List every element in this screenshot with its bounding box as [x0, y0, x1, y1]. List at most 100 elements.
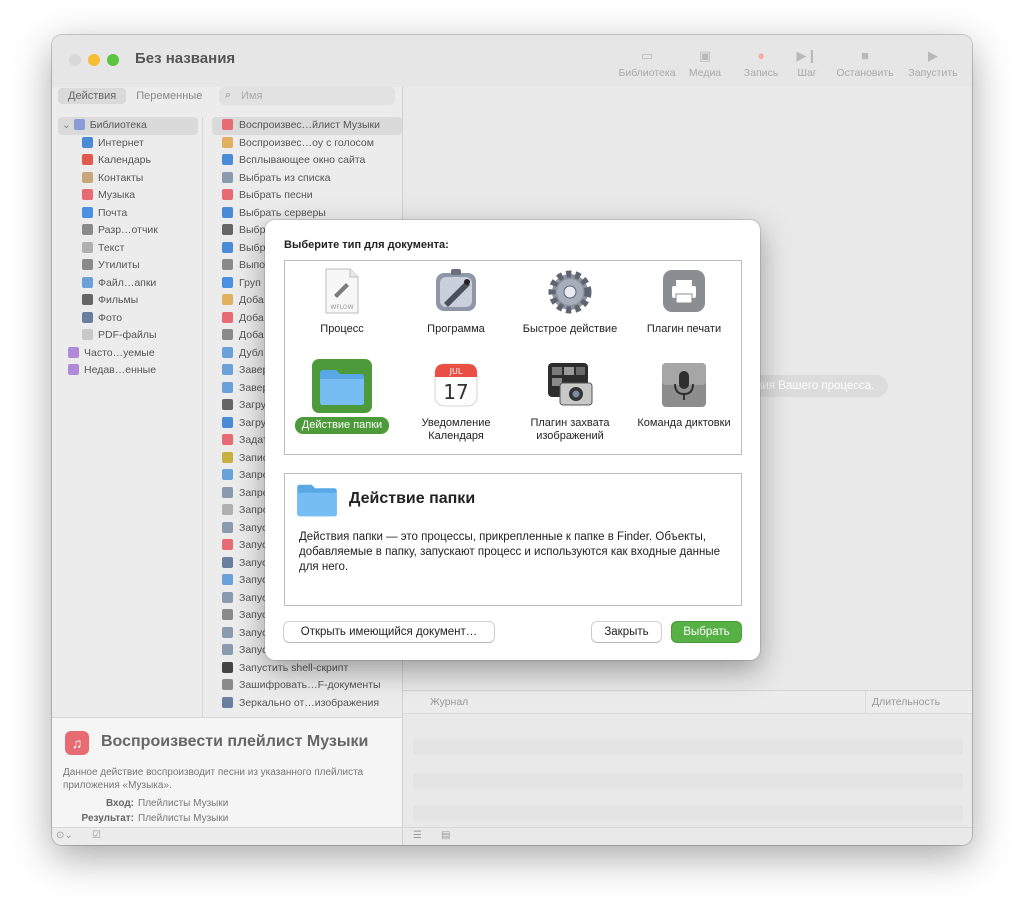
stop-icon: ■ [861, 48, 869, 63]
action-label: Воспроизвес…йлист Музыки [239, 119, 380, 131]
description-toggle-icon[interactable]: ☑ [92, 830, 101, 841]
sidebar-item[interactable]: Календарь [58, 152, 198, 170]
type-folder-action[interactable]: Действие папки [285, 361, 399, 434]
folder-icon [320, 370, 364, 405]
action-description-panel: ♫ Воспроизвести плейлист Музыки Данное д… [52, 717, 402, 828]
type-workflow[interactable]: WFLOW Процесс [285, 267, 399, 336]
search-input[interactable]: ⌕ Имя [219, 87, 395, 105]
info-text: Действия папки — это процессы, прикрепле… [299, 531, 721, 573]
action-label: Всплывающее окно сайта [239, 154, 366, 166]
toolbar-stop-button[interactable]: ■ Остановить [830, 45, 900, 85]
log-column-header[interactable]: Журнал [430, 696, 468, 708]
action-icon [222, 329, 233, 340]
type-dictation-command[interactable]: Команда диктовки [627, 361, 741, 430]
sidebar-item-label: Библиотека [89, 119, 147, 131]
disclosure-icon[interactable]: ⌄ [62, 119, 74, 131]
list-view-icon[interactable]: ☰ [413, 830, 422, 841]
camera-icon [548, 363, 593, 406]
sidebar-item[interactable]: ⌄ Библиотека [58, 117, 198, 135]
action-item[interactable]: Выбрать из списка [212, 170, 402, 188]
sidebar-item[interactable]: Часто…уемые [58, 345, 198, 363]
action-item[interactable]: Зашифровать…F-документы [212, 677, 402, 695]
open-existing-document-button[interactable]: Открыть имеющийся документ… [284, 622, 494, 642]
sidebar-item-label: Часто…уемые [84, 346, 155, 359]
close-button[interactable]: Закрыть [592, 622, 661, 642]
type-print-plugin[interactable]: Плагин печати [627, 267, 741, 336]
close-window-button[interactable] [69, 54, 81, 66]
action-icon [222, 661, 233, 673]
sidebar-item[interactable]: Контакты [58, 170, 198, 188]
action-label: Запус [239, 574, 268, 586]
toolbar-run-button[interactable]: ▶ Запустить [898, 45, 968, 85]
search-icon: ⌕ [225, 89, 232, 101]
sidebar-item[interactable]: Фото [58, 310, 198, 328]
search-placeholder: Имя [241, 90, 263, 102]
sidebar-item[interactable]: Файл…апки [58, 275, 198, 293]
type-calendar-alarm[interactable]: JUL 17 Уведомление Календаря [399, 361, 513, 443]
more-options-icon[interactable]: ⊙⌄ [56, 830, 73, 841]
split-view-icon[interactable]: ▤ [441, 830, 450, 841]
action-icon [222, 556, 233, 568]
action-label: Запис [239, 451, 268, 464]
action-icon [222, 574, 233, 585]
type-application[interactable]: Программа [399, 267, 513, 336]
sidebar-item-label: Фильмы [98, 294, 139, 306]
action-icon [222, 206, 233, 218]
description-title: Воспроизвести плейлист Музыки [101, 733, 369, 750]
action-icon [222, 189, 233, 200]
action-item[interactable]: Запустить shell-скрипт [212, 660, 402, 678]
type-label: Команда диктовки [637, 417, 731, 429]
pane-divider[interactable] [202, 117, 203, 717]
choose-button[interactable]: Выбрать [672, 622, 741, 642]
action-label: Загру [239, 416, 266, 429]
sidebar-item[interactable]: Текст [58, 240, 198, 258]
sidebar-item[interactable]: Почта [58, 205, 198, 223]
category-icon [82, 224, 93, 235]
type-image-capture-plugin[interactable]: Плагин захвата изображений [513, 361, 627, 443]
action-icon [222, 399, 233, 410]
sidebar-item[interactable]: Интернет [58, 135, 198, 153]
document-type-dialog: Выберите тип для документа: WFLOW Процес… [265, 220, 760, 660]
action-item[interactable]: Воспроизвес…йлист Музыки [212, 117, 402, 135]
minimize-window-button[interactable] [88, 54, 100, 66]
action-label: Доба [239, 294, 264, 306]
result-label: Результат: [81, 813, 134, 824]
sidebar-item[interactable]: Разр…отчик [58, 222, 198, 240]
library-footer: ⊙⌄ ☑ [52, 827, 402, 845]
gear-icon [548, 270, 592, 314]
action-icon [222, 626, 233, 638]
workflow-footer: ☰ ▤ [403, 827, 972, 845]
category-icon [82, 329, 93, 340]
tab-variables[interactable]: Переменные [126, 88, 212, 104]
action-item[interactable]: Зеркально от…изображения [212, 695, 402, 713]
info-title: Действие папки [349, 490, 476, 507]
tab-actions[interactable]: Действия [58, 88, 127, 104]
sidebar-item-label: Файл…апки [98, 276, 157, 289]
action-item[interactable]: Воспроизвес…оу с голосом [212, 135, 402, 153]
input-value: Плейлисты Музыки [138, 798, 229, 809]
sidebar-item[interactable]: PDF-файлы [58, 327, 198, 345]
type-label: Процесс [320, 323, 364, 335]
sidebar-item[interactable]: Утилиты [58, 257, 198, 275]
sidebar-item[interactable]: Музыка [58, 187, 198, 205]
log-row [413, 773, 963, 789]
sidebar-item[interactable]: Недав…енные [58, 362, 198, 380]
action-label: Запус [239, 591, 268, 604]
action-icon [222, 259, 233, 270]
zoom-window-button[interactable] [107, 54, 119, 66]
action-icon [222, 521, 233, 533]
sidebar-item[interactable]: Фильмы [58, 292, 198, 310]
action-label: Запус [239, 626, 268, 639]
action-label: Доба [239, 329, 264, 341]
column-separator [865, 691, 866, 713]
action-icon [222, 539, 233, 550]
type-quick-action[interactable]: Быстрое действие [513, 267, 627, 336]
action-label: Выбрать из списка [239, 171, 331, 184]
action-icon [222, 364, 233, 375]
action-label: Доба [239, 311, 264, 324]
action-item[interactable]: Всплывающее окно сайта [212, 152, 402, 170]
action-icon [222, 451, 233, 463]
sidebar-item-label: Почта [98, 206, 128, 219]
action-item[interactable]: Выбрать песни [212, 187, 402, 205]
duration-column-header[interactable]: Длительность [872, 696, 940, 708]
